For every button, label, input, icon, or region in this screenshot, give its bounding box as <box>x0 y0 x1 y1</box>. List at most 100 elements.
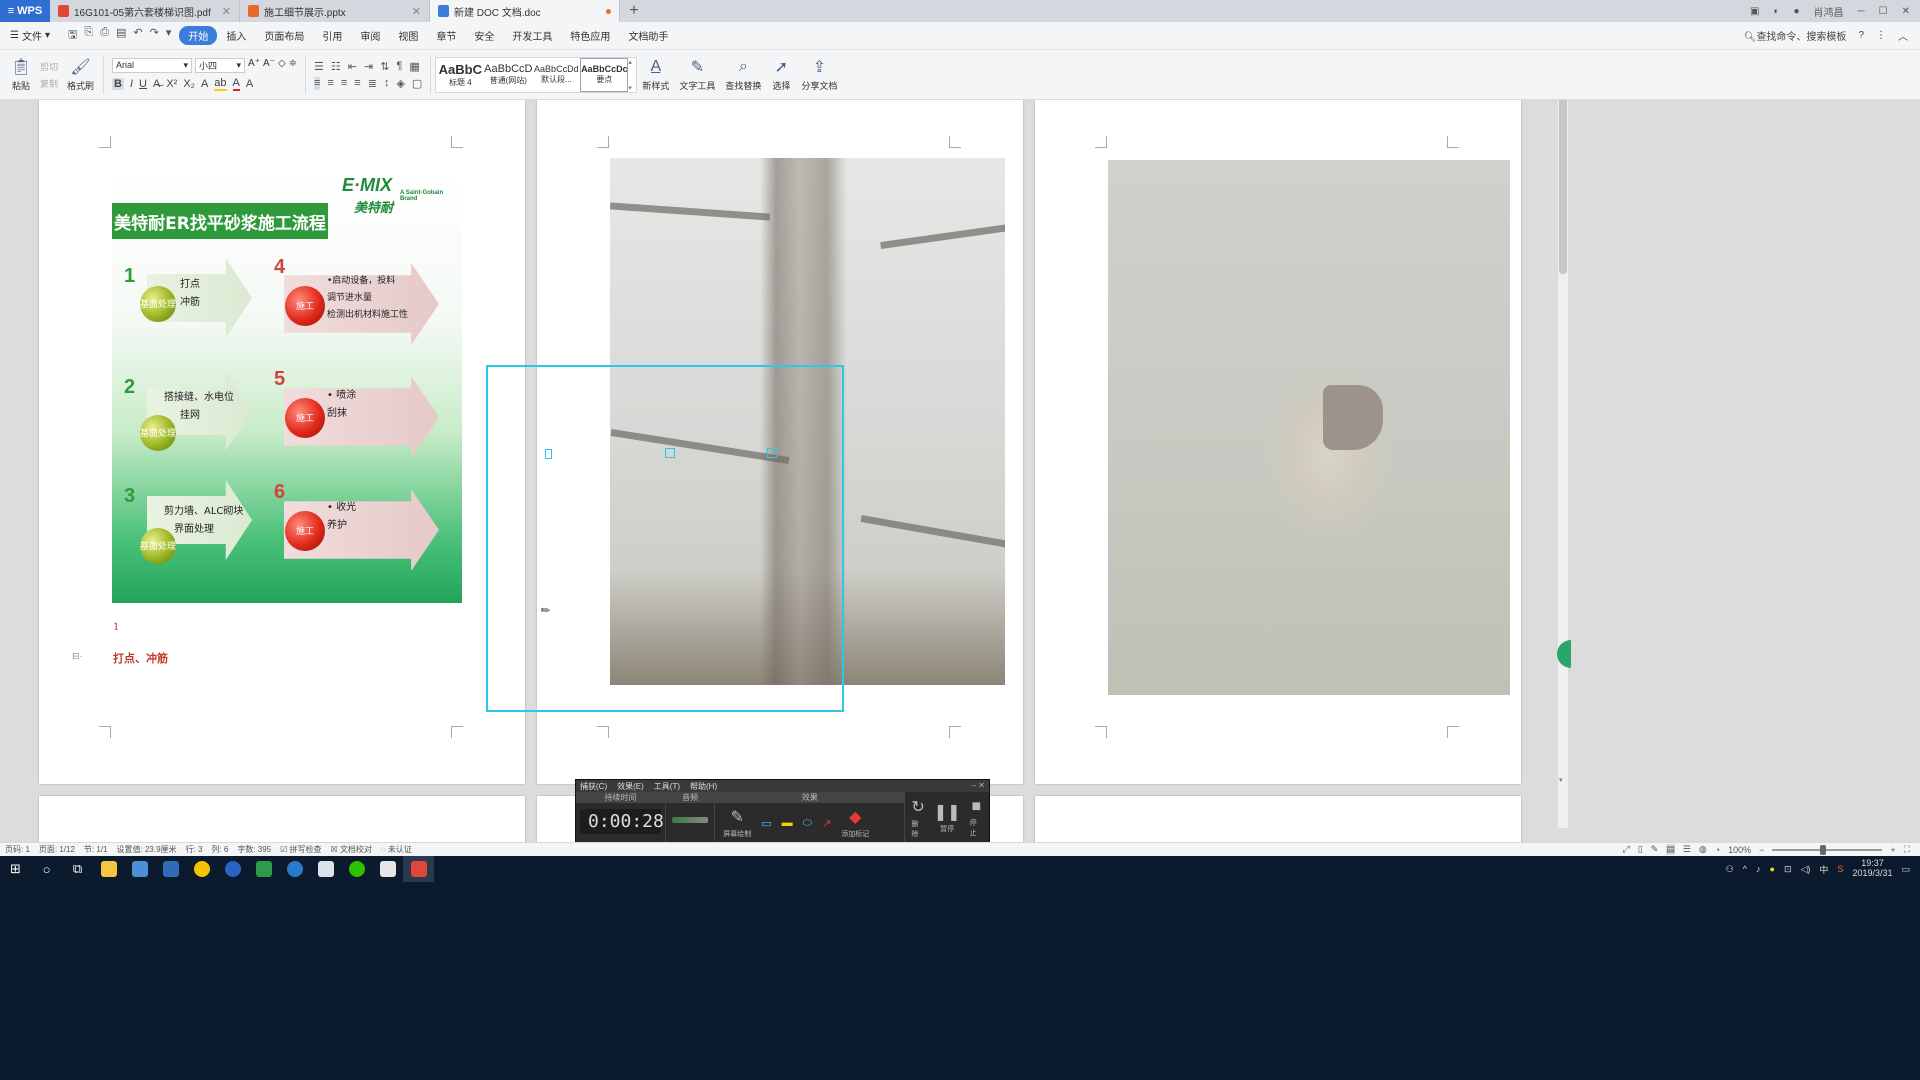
system-clock[interactable]: 19:37 2019/3/31 <box>1852 858 1892 879</box>
recorder-menu-capture[interactable]: 捕获(C) <box>580 781 607 791</box>
eye-care-icon[interactable]: ◔ <box>1715 845 1720 855</box>
ime-indicator[interactable]: 中 <box>1819 863 1828 876</box>
menu-security[interactable]: 安全 <box>465 26 503 45</box>
arrow-tool-icon[interactable]: ↗ <box>822 817 831 830</box>
file-menu[interactable]: ☰ 文件 ▾ <box>0 28 60 43</box>
menu-view[interactable]: 视图 <box>389 26 427 45</box>
resize-handle[interactable] <box>767 448 777 458</box>
skin-icon[interactable]: ◐ <box>1773 6 1779 17</box>
text-tools-button[interactable]: ✎ 文字工具 <box>674 57 720 92</box>
justify-icon[interactable]: ≡ <box>354 77 360 90</box>
certification-status[interactable]: ◌ 未认证 <box>381 844 412 855</box>
paste-button[interactable]: 📋︎ 粘贴 <box>6 57 36 92</box>
align-left-icon[interactable]: ≡ <box>314 76 321 90</box>
line-spacing-icon[interactable]: ↕ <box>384 77 390 90</box>
increase-indent-icon[interactable]: ⇥ <box>364 60 373 73</box>
wechat-icon[interactable] <box>341 856 372 882</box>
user-name[interactable]: 肖鸿昌 <box>1814 4 1844 19</box>
stop-button[interactable]: ■ 停止 <box>970 798 983 838</box>
rectangle-tool-icon[interactable]: ▭ <box>761 817 771 830</box>
sogou-icon[interactable]: S <box>1837 864 1843 874</box>
customize-icon[interactable]: ▾ <box>166 26 172 45</box>
outline-view-icon[interactable]: ☰ <box>1683 844 1691 855</box>
notification-icon[interactable]: ♪ <box>1756 864 1761 874</box>
user-avatar[interactable]: ● <box>1794 6 1800 17</box>
more-icon[interactable]: ⋮ <box>1876 30 1886 41</box>
font-size-select[interactable]: 小四 ▾ <box>195 57 246 73</box>
recording-region-rectangle[interactable] <box>486 365 844 712</box>
style-normal-web[interactable]: AaBbCcD 普通(网站) <box>484 58 532 92</box>
tab-pptx-document[interactable]: 施工细节展示.pptx ✕ <box>240 0 430 22</box>
text-effect-button[interactable]: A <box>201 78 208 90</box>
zoom-in-icon[interactable]: + <box>1890 845 1895 855</box>
distribute-icon[interactable]: ≣ <box>368 77 377 90</box>
status-word-count[interactable]: 字数: 395 <box>237 844 271 855</box>
decrease-indent-icon[interactable]: ⇤ <box>348 60 357 73</box>
spell-check-button[interactable]: ☑ 拼写检查 <box>280 844 321 855</box>
vertical-scrollbar[interactable]: ▴ ▾ <box>1558 100 1568 828</box>
tab-pdf-document[interactable]: 16G101-05第六套楼梯识图.pdf ✕ <box>50 0 240 22</box>
volume-icon[interactable]: ◁) <box>1800 864 1810 875</box>
show-marks-icon[interactable]: ¶ <box>396 60 402 73</box>
redo-icon[interactable]: ↷ <box>150 26 159 45</box>
scrollbar-thumb[interactable] <box>1559 100 1567 274</box>
unsaved-dot-icon[interactable] <box>606 8 611 14</box>
font-name-select[interactable]: Arial ▾ <box>112 57 193 73</box>
clear-format-icon[interactable]: ◇ <box>278 58 286 73</box>
app-icon[interactable] <box>124 856 155 882</box>
add-marker-button[interactable]: ◆ 添加标记 <box>841 807 869 839</box>
menu-review[interactable]: 审阅 <box>351 26 389 45</box>
close-icon[interactable]: – ✕ <box>972 781 985 791</box>
menu-developer[interactable]: 开发工具 <box>503 26 561 45</box>
scroll-down-icon[interactable]: ▾ <box>1559 776 1563 784</box>
bold-button[interactable]: B <box>112 78 124 90</box>
ellipse-tool-icon[interactable]: ⬭ <box>803 817 812 830</box>
sort-icon[interactable]: ⇅ <box>380 60 389 73</box>
align-center-icon[interactable]: ≡ <box>327 77 333 90</box>
zoom-level[interactable]: 100% <box>1728 845 1751 855</box>
menu-page-layout[interactable]: 页面布局 <box>255 26 313 45</box>
status-setting-value[interactable]: 设置值: 23.9厘米 <box>117 844 177 855</box>
reading-mode-icon[interactable]: ▯ <box>1638 844 1643 855</box>
zoom-slider-thumb[interactable] <box>1820 844 1827 855</box>
status-column[interactable]: 列: 6 <box>211 844 228 855</box>
close-window-icon[interactable]: ✕ <box>1902 6 1910 17</box>
zoom-out-icon[interactable]: − <box>1759 845 1764 855</box>
format-painter-button[interactable]: 🖌︎ 格式刷 <box>62 57 99 92</box>
delete-recording-button[interactable]: ↻ 删除 <box>911 797 924 839</box>
highlight-tool-icon[interactable]: ▬ <box>782 817 793 829</box>
highlight-button[interactable]: ab <box>214 77 227 91</box>
close-icon[interactable]: ✕ <box>222 5 231 18</box>
search-icon[interactable]: ○ <box>31 856 62 882</box>
undo-icon[interactable]: ↶ <box>133 26 142 45</box>
menu-home[interactable]: 开始 <box>179 26 218 45</box>
person-icon[interactable]: ⚇ <box>1726 864 1734 875</box>
app-icon[interactable] <box>372 856 403 882</box>
paragraph-handle-icon[interactable]: ⊟· <box>72 651 83 662</box>
concrete-wall-photo[interactable] <box>1108 160 1510 695</box>
zoom-slider[interactable] <box>1772 844 1883 855</box>
windows-start-icon[interactable]: ⊞ <box>0 856 31 882</box>
wps-taskbar-icon[interactable] <box>403 856 434 882</box>
superscript-button[interactable]: X² <box>166 78 177 90</box>
screen-draw-button[interactable]: ✎ 屏幕绘制 <box>723 807 751 839</box>
border-icon[interactable]: ▢ <box>412 77 422 90</box>
close-icon[interactable]: ✕ <box>412 5 421 18</box>
menu-references[interactable]: 引用 <box>313 26 351 45</box>
menu-features[interactable]: 特色应用 <box>561 26 619 45</box>
write-mode-icon[interactable]: ✎ <box>1651 844 1659 855</box>
italic-button[interactable]: I <box>130 78 133 90</box>
antivirus-icon[interactable]: ● <box>1770 864 1775 874</box>
app-icon[interactable] <box>248 856 279 882</box>
help-icon[interactable]: ? <box>1858 30 1864 41</box>
task-view-icon[interactable]: ⧉ <box>62 856 93 882</box>
table-icon[interactable]: ▦ <box>409 60 419 73</box>
app-icon[interactable] <box>279 856 310 882</box>
new-tab-button[interactable]: + <box>620 0 648 22</box>
phonetic-icon[interactable]: ≑ <box>289 58 297 73</box>
status-page-number[interactable]: 页码: 1 <box>5 844 30 855</box>
style-default-paragraph[interactable]: AaBbCcDd 默认段... <box>532 58 580 92</box>
cut-button[interactable]: 剪切 <box>40 60 58 73</box>
fit-page-icon[interactable]: ⛶ <box>1904 844 1910 855</box>
grow-font-icon[interactable]: A⁺ <box>248 58 260 73</box>
